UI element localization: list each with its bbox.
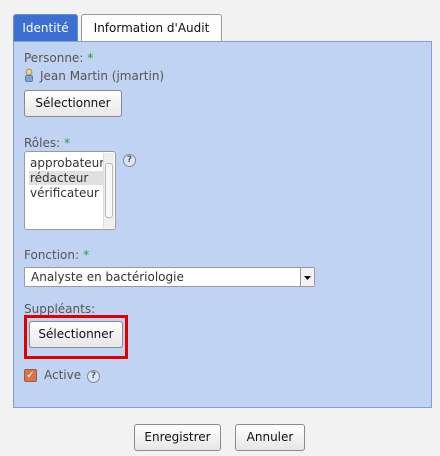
- chevron-down-icon[interactable]: [300, 268, 314, 286]
- person-label: Personne:: [24, 51, 84, 65]
- function-label-row: Fonction: *: [24, 248, 89, 262]
- tab-information-audit[interactable]: Information d'Audit: [81, 14, 222, 41]
- roles-scrollbar[interactable]: [103, 153, 114, 228]
- required-mark: *: [64, 136, 71, 150]
- role-option-verificateur[interactable]: vérificateur: [29, 186, 104, 200]
- roles-listbox[interactable]: approbateur rédacteur vérificateur: [24, 151, 116, 230]
- active-help-icon[interactable]: ?: [87, 370, 100, 383]
- scrollbar-thumb[interactable]: [105, 163, 113, 218]
- function-selected-value: Analyste en bactériologie: [31, 270, 184, 284]
- substitutes-label: Suppléants:: [24, 302, 96, 316]
- active-label: Active: [44, 368, 82, 382]
- role-option-redacteur[interactable]: rédacteur: [29, 171, 104, 185]
- tab-identite[interactable]: Identité: [13, 14, 78, 42]
- roles-label: Rôles:: [24, 136, 61, 150]
- required-mark: *: [87, 51, 94, 65]
- person-name: Jean Martin (jmartin): [40, 69, 165, 83]
- person-info: Jean Martin (jmartin): [24, 68, 164, 86]
- person-label-row: Personne: *: [24, 51, 93, 65]
- identity-panel: Personne: * Jean Martin (jmartin) Sélecti…: [13, 41, 432, 408]
- roles-help-icon[interactable]: ?: [123, 154, 136, 167]
- function-label: Fonction:: [24, 248, 80, 262]
- select-substitutes-button[interactable]: Sélectionner: [29, 321, 123, 348]
- active-checkbox[interactable]: ✓: [24, 369, 37, 382]
- required-mark: *: [83, 248, 90, 262]
- tab-bar: Identité Information d'Audit: [13, 14, 433, 42]
- cancel-button[interactable]: Annuler: [235, 424, 305, 451]
- save-button[interactable]: Enregistrer: [134, 424, 221, 451]
- select-person-button[interactable]: Sélectionner: [24, 90, 122, 117]
- roles-label-row: Rôles: *: [24, 136, 70, 150]
- function-select[interactable]: Analyste en bactériologie: [24, 267, 315, 287]
- role-option-approbateur[interactable]: approbateur: [29, 156, 104, 170]
- user-icon: [24, 68, 34, 82]
